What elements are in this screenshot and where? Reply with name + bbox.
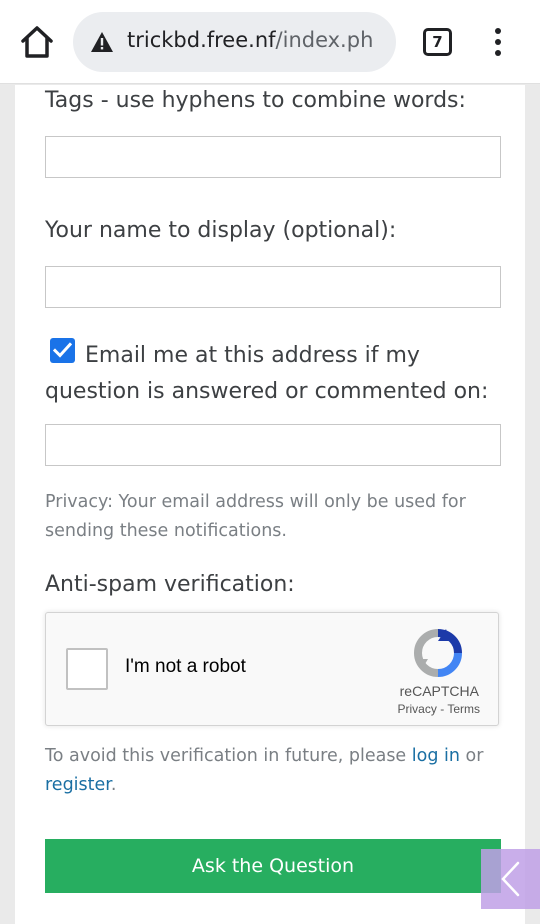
- email-notify-line-1: Email me at this address if my: [85, 343, 420, 368]
- edge-panel-handle[interactable]: [481, 849, 540, 909]
- recaptcha-links: Privacy - Terms: [398, 702, 480, 716]
- home-icon[interactable]: [18, 22, 56, 62]
- tags-input[interactable]: [45, 136, 501, 178]
- login-hint-prefix: To avoid this verification in future, pl…: [45, 746, 412, 766]
- recaptcha-separator: -: [440, 702, 445, 716]
- display-name-label: Your name to display (optional):: [45, 218, 397, 243]
- display-name-input[interactable]: [45, 266, 501, 308]
- url-text: trickbd.free.nf/index.ph: [127, 28, 373, 52]
- login-hint: To avoid this verification in future, pl…: [45, 742, 505, 800]
- recaptcha-widget: I'm not a robot reCAPTCHA Privacy - Term…: [45, 612, 499, 726]
- privacy-note: Privacy: Your email address will only be…: [45, 492, 466, 541]
- register-link[interactable]: register: [45, 775, 111, 795]
- recaptcha-terms-link[interactable]: Terms: [447, 702, 480, 716]
- ask-question-button[interactable]: Ask the Question: [45, 839, 501, 893]
- recaptcha-brand: reCAPTCHA: [399, 683, 479, 699]
- email-notify-checkbox[interactable]: [50, 338, 75, 363]
- email-input[interactable]: [45, 424, 501, 466]
- browser-toolbar: trickbd.free.nf/index.ph 7: [0, 0, 540, 84]
- recaptcha-privacy-link[interactable]: Privacy: [398, 702, 437, 716]
- tab-switcher-button[interactable]: 7: [423, 28, 452, 56]
- more-menu-icon[interactable]: [491, 28, 505, 58]
- antispam-label: Anti-spam verification:: [45, 572, 295, 597]
- recaptcha-checkbox[interactable]: [66, 648, 108, 690]
- login-link[interactable]: log in: [412, 746, 460, 766]
- recaptcha-label: I'm not a robot: [125, 656, 246, 677]
- address-bar[interactable]: trickbd.free.nf/index.ph: [73, 12, 396, 72]
- recaptcha-logo-icon: [414, 629, 462, 677]
- not-secure-warning-icon[interactable]: [90, 31, 114, 53]
- login-hint-suffix: .: [110, 775, 117, 795]
- email-notify-line-2: question is answered or commented on:: [45, 379, 489, 404]
- checkmark-icon: [53, 342, 72, 358]
- login-hint-middle: or: [459, 746, 484, 766]
- tags-label: Tags - use hyphens to combine words:: [45, 88, 466, 113]
- url-path: /index.ph: [275, 28, 374, 52]
- chevron-left-icon: [501, 861, 520, 897]
- url-host: trickbd.free.nf: [127, 28, 276, 52]
- email-notify-label: Email me at this address if my question …: [45, 338, 505, 410]
